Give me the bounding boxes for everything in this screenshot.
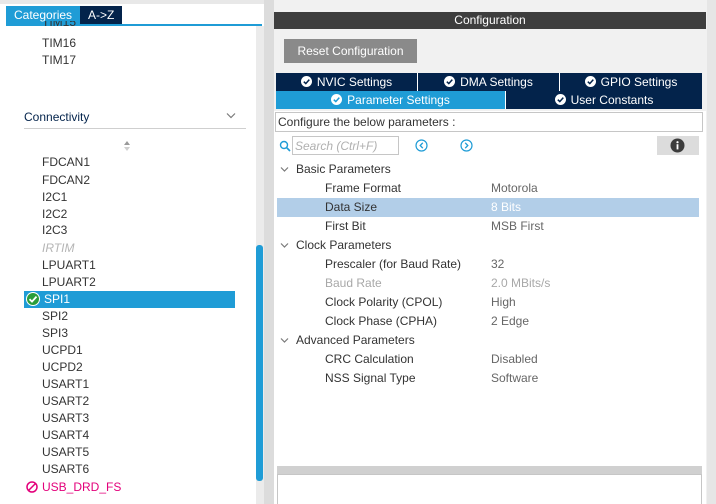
chevron-down-icon bbox=[280, 167, 289, 172]
param-name: Prescaler (for Baud Rate) bbox=[325, 257, 462, 271]
param-row-data-size[interactable]: Data Size 8 Bits bbox=[277, 198, 699, 217]
param-name: Clock Phase (CPHA) bbox=[325, 314, 438, 328]
category-title: Connectivity bbox=[24, 110, 90, 124]
check-circle-icon bbox=[584, 76, 596, 87]
tree-item-irtim: IRTIM bbox=[42, 241, 75, 255]
chevron-down-icon bbox=[280, 338, 289, 343]
search-previous-icon[interactable] bbox=[415, 139, 428, 152]
param-value[interactable]: Motorola bbox=[491, 179, 538, 198]
param-name: Data Size bbox=[325, 200, 378, 214]
check-circle-icon bbox=[554, 94, 566, 105]
search-input[interactable] bbox=[292, 136, 399, 155]
group-label: Basic Parameters bbox=[296, 162, 391, 176]
check-circle-icon bbox=[26, 292, 40, 306]
description-splitter[interactable] bbox=[277, 466, 702, 474]
group-label: Advanced Parameters bbox=[296, 333, 415, 347]
param-value[interactable]: Disabled bbox=[491, 350, 538, 369]
param-value: 2.0 MBits/s bbox=[491, 276, 551, 290]
param-name: Baud Rate bbox=[325, 276, 382, 290]
param-row-prescaler[interactable]: Prescaler (for Baud Rate) 32 bbox=[277, 255, 699, 274]
tab-parameter-settings[interactable]: Parameter Settings bbox=[276, 91, 506, 109]
panel-splitter[interactable] bbox=[264, 0, 274, 504]
check-circle-icon bbox=[331, 94, 343, 105]
tree-item-usart2[interactable]: USART2 bbox=[42, 393, 89, 410]
tab-user-constants-label: User Constants bbox=[570, 93, 654, 107]
param-value[interactable]: MSB First bbox=[491, 217, 544, 236]
param-row-first-bit[interactable]: First Bit MSB First bbox=[277, 217, 699, 236]
chevron-down-icon bbox=[226, 113, 236, 119]
tab-gpio-settings[interactable]: GPIO Settings bbox=[560, 73, 702, 91]
search-icon bbox=[279, 140, 291, 152]
tree-item-spi2[interactable]: SPI2 bbox=[42, 308, 68, 325]
tree-item-tim16[interactable]: TIM16 bbox=[42, 35, 76, 52]
param-name: Frame Format bbox=[325, 181, 402, 195]
param-name: First Bit bbox=[325, 219, 366, 233]
info-icon bbox=[670, 138, 685, 153]
check-circle-icon bbox=[300, 76, 312, 87]
param-name: CRC Calculation bbox=[325, 352, 414, 366]
param-value[interactable]: High bbox=[491, 293, 516, 312]
param-value[interactable]: Software bbox=[491, 369, 538, 388]
parameter-settings-panel: Configure the below parameters : Basic P… bbox=[274, 111, 706, 504]
category-header-connectivity[interactable]: Connectivity bbox=[24, 108, 246, 129]
configuration-header: Configuration bbox=[274, 12, 706, 29]
param-value[interactable]: 2 Edge bbox=[491, 312, 529, 331]
param-row-clock-phase[interactable]: Clock Phase (CPHA) 2 Edge bbox=[277, 312, 699, 331]
tree-item-spi3[interactable]: SPI3 bbox=[42, 325, 68, 342]
param-row-crc-calculation[interactable]: CRC Calculation Disabled bbox=[277, 350, 699, 369]
info-button[interactable] bbox=[657, 136, 699, 155]
description-area bbox=[277, 474, 702, 504]
tab-nvic-settings-label: NVIC Settings bbox=[316, 75, 393, 89]
settings-tabs-row-1: NVIC Settings DMA Settings GPIO Settings bbox=[276, 73, 702, 91]
tree-item-lpuart2[interactable]: LPUART2 bbox=[42, 274, 96, 291]
check-circle-icon bbox=[444, 76, 456, 87]
left-scrollbar-thumb[interactable] bbox=[256, 245, 263, 481]
tree-item-usart4[interactable]: USART4 bbox=[42, 427, 89, 444]
tab-user-constants[interactable]: User Constants bbox=[506, 91, 702, 109]
group-label: Clock Parameters bbox=[296, 238, 392, 252]
tree-item-i2c3[interactable]: I2C3 bbox=[42, 222, 67, 239]
param-row-baud-rate: Baud Rate 2.0 MBits/s bbox=[277, 274, 699, 293]
left-top-strip bbox=[0, 0, 264, 4]
tree-item-usb-drd-fs-label: USB_DRD_FS bbox=[42, 480, 122, 494]
tab-nvic-settings[interactable]: NVIC Settings bbox=[276, 73, 418, 91]
tab-dma-settings[interactable]: DMA Settings bbox=[418, 73, 560, 91]
tree-item-i2c1[interactable]: I2C1 bbox=[42, 189, 67, 206]
param-value[interactable]: 8 Bits bbox=[491, 198, 521, 217]
tab-dma-settings-label: DMA Settings bbox=[460, 75, 533, 89]
tree-item-fdcan1[interactable]: FDCAN1 bbox=[42, 154, 90, 171]
param-row-frame-format[interactable]: Frame Format Motorola bbox=[277, 179, 699, 198]
tree-item-lpuart1[interactable]: LPUART1 bbox=[42, 257, 96, 274]
param-name: Clock Polarity (CPOL) bbox=[325, 295, 443, 309]
reset-configuration-button[interactable]: Reset Configuration bbox=[284, 39, 417, 63]
tree-item-i2c2[interactable]: I2C2 bbox=[42, 206, 67, 223]
tab-gpio-settings-label: GPIO Settings bbox=[600, 75, 678, 89]
tree-item-usart5[interactable]: USART5 bbox=[42, 444, 89, 461]
tree-item-spi1-label: SPI1 bbox=[44, 292, 71, 306]
sort-icon[interactable] bbox=[123, 140, 131, 152]
param-value[interactable]: 32 bbox=[491, 255, 504, 274]
tree-item-fdcan2[interactable]: FDCAN2 bbox=[42, 172, 90, 189]
configuration-panel: Configuration Reset Configuration NVIC S… bbox=[274, 0, 716, 504]
right-scrollbar-track[interactable] bbox=[707, 0, 716, 504]
tree-item-usart1[interactable]: USART1 bbox=[42, 376, 89, 393]
tab-parameter-settings-label: Parameter Settings bbox=[347, 93, 450, 107]
param-row-clock-polarity[interactable]: Clock Polarity (CPOL) High bbox=[277, 293, 699, 312]
tree-item-ucpd2[interactable]: UCPD2 bbox=[42, 359, 83, 376]
tree-item-ucpd1[interactable]: UCPD1 bbox=[42, 342, 83, 359]
configure-parameters-label: Configure the below parameters : bbox=[275, 112, 703, 132]
param-name: NSS Signal Type bbox=[325, 371, 416, 385]
chevron-down-icon bbox=[280, 243, 289, 248]
param-row-nss-signal-type[interactable]: NSS Signal Type Software bbox=[277, 369, 699, 388]
tree-item-tim17[interactable]: TIM17 bbox=[42, 52, 76, 69]
settings-tabs-row-2: Parameter Settings User Constants bbox=[276, 91, 702, 109]
tree-item-usart3[interactable]: USART3 bbox=[42, 410, 89, 427]
conflict-icon bbox=[26, 481, 38, 493]
tree-item-usart6[interactable]: USART6 bbox=[42, 461, 89, 478]
search-next-icon[interactable] bbox=[460, 139, 473, 152]
left-panel: Categories A->Z TIM15 TIM16 TIM17 Connec… bbox=[0, 0, 264, 504]
tree-item-tim15[interactable]: TIM15 bbox=[42, 21, 76, 29]
tab-a-to-z[interactable]: A->Z bbox=[80, 6, 123, 24]
